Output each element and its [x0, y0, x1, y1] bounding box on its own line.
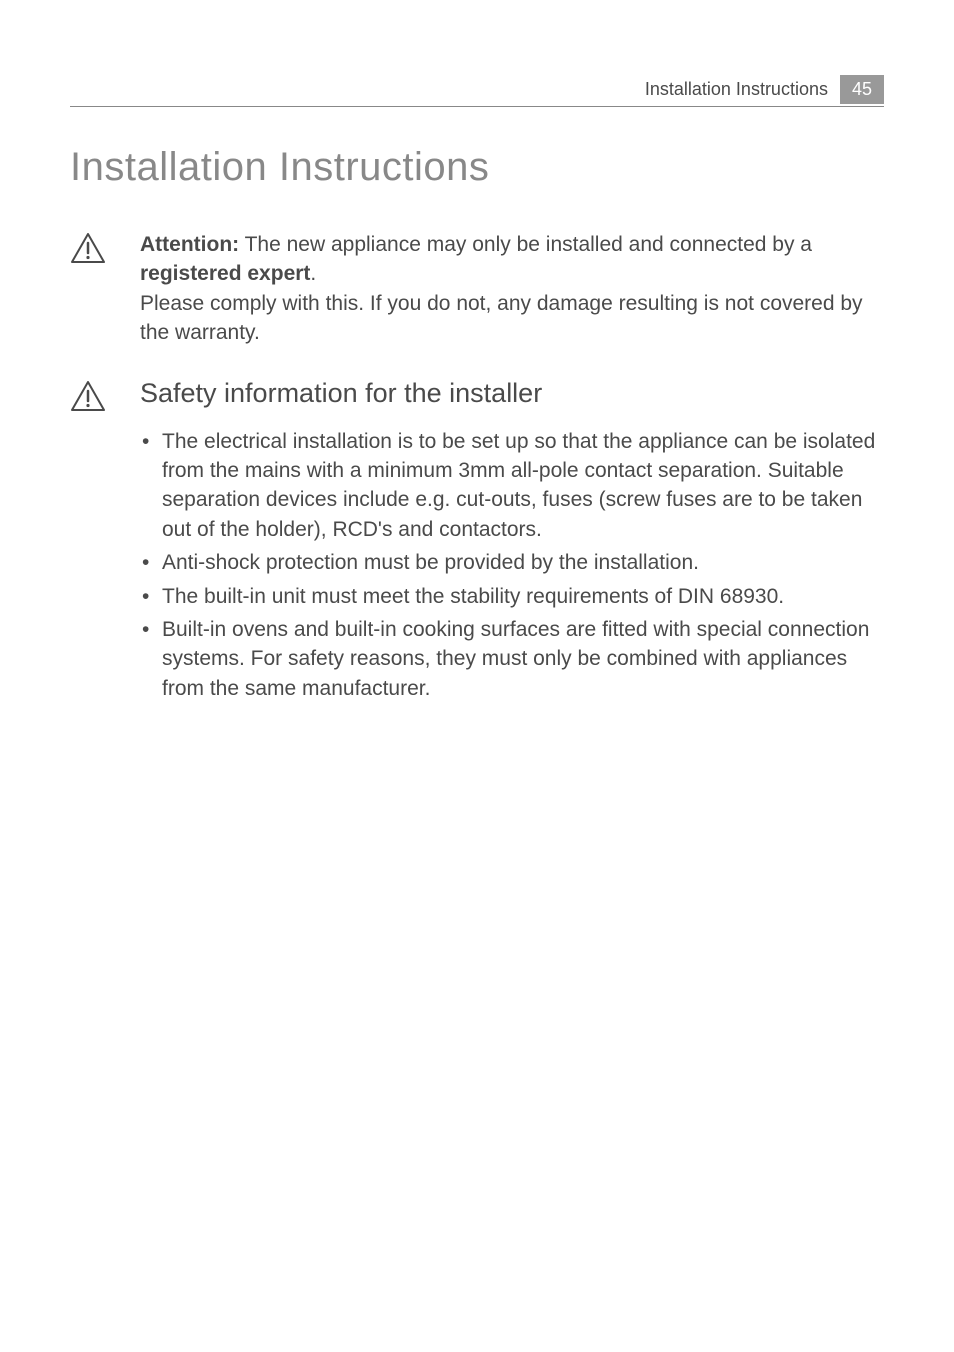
attention-label: Attention:: [140, 233, 239, 256]
page-number: 45: [840, 75, 884, 104]
header-section-title: Installation Instructions: [645, 79, 828, 100]
attention-text-column: Attention: The new appliance may only be…: [140, 230, 884, 348]
header-divider: [70, 106, 884, 107]
safety-bullet-list: The electrical installation is to be set…: [140, 427, 884, 704]
safety-text-column: Safety information for the installer The…: [140, 378, 884, 708]
list-item: Anti-shock protection must be provided b…: [140, 548, 884, 577]
attention-text-2: .: [310, 262, 316, 285]
main-title: Installation Instructions: [70, 145, 884, 190]
safety-heading: Safety information for the installer: [140, 378, 884, 409]
warning-triangle-icon: [70, 251, 106, 268]
page-header: Installation Instructions 45: [645, 75, 884, 104]
icon-column: [70, 378, 110, 708]
attention-paragraph: Attention: The new appliance may only be…: [140, 230, 884, 289]
list-item: The built-in unit must meet the stabilit…: [140, 582, 884, 611]
list-item: Built-in ovens and built-in cooking surf…: [140, 615, 884, 703]
warning-triangle-icon: [70, 399, 106, 416]
attention-text-1: The new appliance may only be installed …: [239, 233, 812, 256]
safety-section: Safety information for the installer The…: [70, 378, 884, 708]
icon-column: [70, 230, 110, 348]
attention-section: Attention: The new appliance may only be…: [70, 230, 884, 348]
page-content: Installation Instructions Attention: The…: [70, 145, 884, 737]
attention-followup: Please comply with this. If you do not, …: [140, 289, 884, 348]
attention-bold-phrase: registered expert: [140, 262, 310, 285]
list-item: The electrical installation is to be set…: [140, 427, 884, 545]
